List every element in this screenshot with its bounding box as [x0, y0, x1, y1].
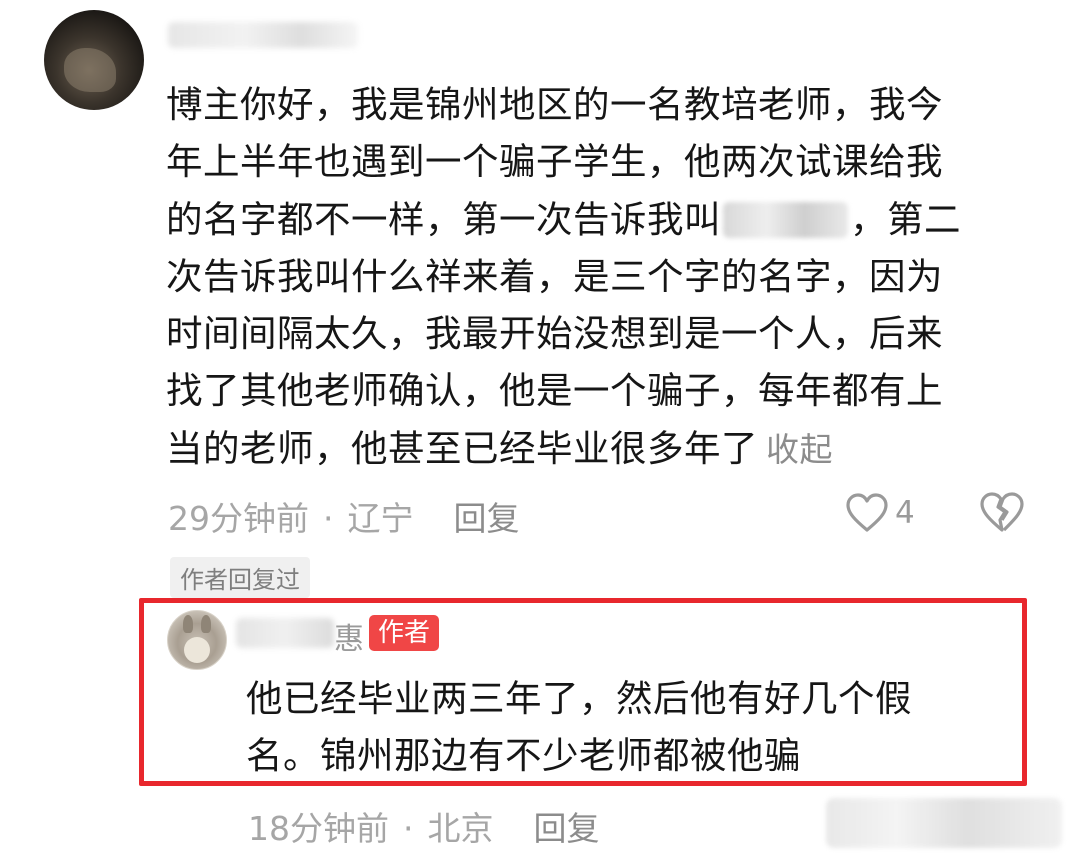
comment-time: 29分钟前	[168, 499, 309, 538]
reply-line: 名。锦州那边有不少老师都被他骗	[246, 734, 801, 778]
author-replied-tag: 作者回复过	[170, 557, 310, 598]
comment-body: 博主你好，我是锦州地区的一名教培老师，我今 年上半年也遇到一个骗子学生，他两次试…	[166, 76, 1041, 477]
avatar-figure	[64, 48, 116, 92]
like-button[interactable]: 4	[845, 490, 915, 536]
avatar-ear	[201, 615, 211, 633]
comment-location: 辽宁	[347, 499, 414, 538]
reply-meta: 18分钟前 · 北京 回复	[248, 802, 600, 850]
reply-time: 18分钟前	[248, 809, 389, 848]
author-name-visible: 惠	[334, 622, 364, 657]
comment-line: 找了其他老师确认，他是一个骗子，每年都有上	[166, 369, 943, 413]
comment-line: 时间间隔太久，我最开始没想到是一个人，后来	[166, 312, 943, 356]
author-avatar[interactable]	[167, 610, 227, 670]
blurred-name-redaction	[723, 201, 848, 238]
comment-line: 博主你好，我是锦州地区的一名教培老师，我今	[166, 83, 943, 126]
comment-line: 年上半年也遇到一个骗子学生，他两次试课给我	[166, 140, 943, 184]
reply-to-reply-button[interactable]: 回复	[534, 809, 600, 848]
author-name-blurred	[236, 618, 334, 648]
comment-meta: 29分钟前 · 辽宁 回复	[168, 492, 520, 540]
meta-separator: ·	[323, 499, 334, 538]
author-badge: 作者	[369, 615, 440, 651]
comment-line-part: ，第二	[850, 197, 961, 241]
dislike-button[interactable]	[978, 490, 1026, 538]
comment-line: 的名字都不一样，第一次告诉我叫 ，第二	[166, 191, 1041, 248]
meta-separator: ·	[403, 809, 414, 848]
commenter-name-blurred	[168, 22, 358, 48]
avatar-belly	[184, 637, 210, 663]
comment-line-part: 的名字都不一样，第一次告诉我叫	[166, 197, 721, 241]
reply-line: 他已经毕业两三年了，然后他有好几个假	[246, 677, 912, 720]
broken-heart-icon	[980, 492, 1024, 532]
heart-icon	[846, 493, 888, 532]
reply-location: 北京	[427, 809, 494, 848]
watermark-blurred	[826, 798, 1062, 848]
avatar-ear	[183, 615, 193, 633]
commenter-avatar[interactable]	[44, 10, 144, 110]
comment-line-part: 当的老师，他甚至已经毕业很多年了	[166, 426, 758, 470]
reply-body: 他已经毕业两三年了，然后他有好几个假 名。锦州那边有不少老师都被他骗	[246, 670, 1006, 785]
collapse-link[interactable]: 收起	[766, 430, 833, 469]
comment-line: 次告诉我叫什么祥来着，是三个字的名字，因为	[166, 254, 943, 298]
like-count: 4	[895, 495, 915, 531]
reply-button[interactable]: 回复	[454, 499, 520, 538]
comment-line: 当的老师，他甚至已经毕业很多年了 收起	[166, 420, 1041, 477]
